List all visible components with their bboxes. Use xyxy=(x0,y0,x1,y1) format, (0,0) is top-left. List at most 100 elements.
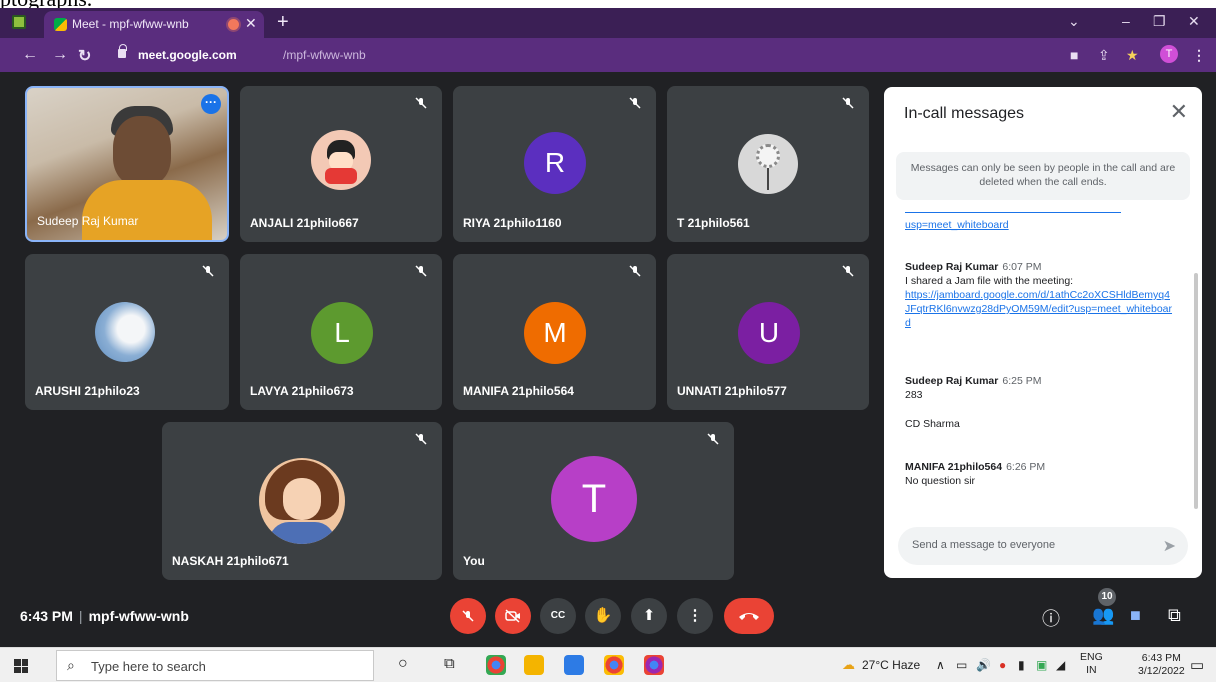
share-icon[interactable]: ⇪ xyxy=(1098,47,1110,64)
mic-off-icon xyxy=(415,265,427,277)
participant-tile[interactable]: L LAVYA 21philo673 xyxy=(240,254,442,410)
present-button[interactable]: ⬆ xyxy=(631,598,667,634)
browser-address-bar: ← → ↻ meet.google.com /mpf-wfww-wnb ■ ⇪ … xyxy=(0,38,1216,72)
omnibox-url-field[interactable]: meet.google.com /mpf-wfww-wnb xyxy=(104,44,1064,68)
more-options-icon[interactable]: ··· xyxy=(201,94,221,114)
clock-time: 6:43 PM xyxy=(1141,652,1181,664)
lock-icon[interactable] xyxy=(118,44,127,58)
new-tab-button[interactable]: + xyxy=(277,11,289,34)
message-link[interactable]: https://jamboard.google.com/d/1athCc2oXC… xyxy=(905,289,1172,329)
avatar xyxy=(738,134,798,194)
participant-tile[interactable]: U UNNATI 21philo577 xyxy=(667,254,869,410)
windows-start-icon[interactable] xyxy=(14,659,28,673)
browser-tab-bar: Meet - mpf-wfww-wnb ✕ + ⌄ – ❐ ✕ xyxy=(0,8,1216,38)
zoom-app-icon[interactable] xyxy=(564,655,584,675)
participant-tile[interactable]: T 21philo561 xyxy=(667,86,869,242)
avatar xyxy=(95,302,155,362)
taskbar-clock[interactable]: 6:43 PM 3/12/2022 xyxy=(1138,652,1185,678)
send-icon[interactable]: ➤ xyxy=(1163,536,1176,556)
app-window-icon[interactable] xyxy=(12,15,26,29)
participant-name: MANIFA 21philo564 xyxy=(463,384,574,398)
minimize-icon[interactable]: – xyxy=(1122,13,1130,29)
meet-call-area: ··· Sudeep Raj Kumar ANJALI 21philo667 R… xyxy=(0,72,1216,647)
mic-off-icon xyxy=(629,265,641,277)
window-close-icon[interactable]: ✕ xyxy=(1188,13,1200,30)
message-text: No question sir xyxy=(905,475,976,487)
message-text: I shared a Jam file with the meeting: xyxy=(905,275,1074,287)
participant-tile-speaker[interactable]: ··· Sudeep Raj Kumar xyxy=(25,86,229,242)
participant-name: UNNATI 21philo577 xyxy=(677,384,787,398)
camera-off-icon xyxy=(505,609,520,623)
message-input[interactable]: Send a message to everyone ➤ xyxy=(898,527,1188,565)
network-icon[interactable]: ▭ xyxy=(956,658,967,672)
mic-off-icon xyxy=(462,610,474,622)
wifi-icon[interactable]: ◢ xyxy=(1056,658,1065,672)
captions-icon: CC xyxy=(550,610,566,621)
forward-arrow-icon[interactable]: → xyxy=(52,46,68,64)
weather-icon[interactable]: ☁ xyxy=(842,657,855,673)
activities-icon[interactable]: ⧉ xyxy=(1168,605,1181,626)
camera-toggle-button[interactable] xyxy=(495,598,531,634)
chat-icon[interactable]: ■ xyxy=(1130,605,1141,626)
participant-tile-self[interactable]: T You xyxy=(453,422,734,580)
back-arrow-icon[interactable]: ← xyxy=(22,46,38,64)
bookmark-star-icon[interactable]: ★ xyxy=(1126,47,1139,64)
meet-tray-icon[interactable]: ▣ xyxy=(1036,658,1047,672)
task-view-icon[interactable]: ⧉ xyxy=(444,655,455,672)
chevron-up-icon[interactable]: ∧ xyxy=(936,658,945,672)
info-icon[interactable]: ⓘ xyxy=(1042,605,1060,631)
chrome-tray-icon[interactable]: ● xyxy=(999,658,1006,672)
captions-button[interactable]: CC xyxy=(540,598,576,634)
participant-tile[interactable]: M MANIFA 21philo564 xyxy=(453,254,656,410)
reload-icon[interactable]: ↻ xyxy=(78,46,91,66)
restore-icon[interactable]: ❐ xyxy=(1153,13,1166,30)
raise-hand-button[interactable]: ✋ xyxy=(585,598,621,634)
participant-tile[interactable]: NASKAH 21philo671 xyxy=(162,422,442,580)
participant-name: You xyxy=(463,554,485,568)
panel-title: In-call messages xyxy=(904,105,1025,122)
participant-tile[interactable]: R RIYA 21philo1160 xyxy=(453,86,656,242)
browser-tab-meet[interactable]: Meet - mpf-wfww-wnb ✕ xyxy=(44,11,264,38)
tab-search-chevron-icon[interactable]: ⌄ xyxy=(1068,13,1080,30)
browser-menu-icon[interactable]: ⋮ xyxy=(1192,47,1206,64)
people-icon[interactable]: 👥 xyxy=(1092,605,1114,626)
tab-close-icon[interactable]: ✕ xyxy=(245,15,257,32)
notifications-icon[interactable]: ▭ xyxy=(1190,656,1204,674)
mic-off-icon xyxy=(629,97,641,109)
meeting-code: mpf-wfww-wnb xyxy=(88,608,189,624)
profile-avatar[interactable]: T xyxy=(1160,45,1178,63)
message-link[interactable]: usp=meet_whiteboard xyxy=(905,218,1175,232)
google-meet-favicon-icon xyxy=(54,18,67,31)
message-time: 6:07 PM xyxy=(1002,261,1042,273)
chrome-icon[interactable] xyxy=(604,655,624,675)
message-sender: MANIFA 21philo564 xyxy=(905,461,1003,473)
cortana-icon[interactable]: ○ xyxy=(398,655,408,673)
camera-in-use-icon[interactable]: ■ xyxy=(1070,47,1078,63)
taskbar-search-placeholder: Type here to search xyxy=(91,659,206,674)
avatar xyxy=(311,130,371,190)
scrollbar[interactable] xyxy=(1194,273,1198,509)
participant-name: Sudeep Raj Kumar xyxy=(37,214,139,228)
language-indicator[interactable]: ENG IN xyxy=(1080,651,1103,677)
message-text: CD Sharma xyxy=(905,418,960,430)
close-icon[interactable]: ✕ xyxy=(1170,99,1188,125)
chrome-profile-icon[interactable] xyxy=(644,655,664,675)
taskbar-search-input[interactable]: ⌕ Type here to search xyxy=(56,650,374,681)
avatar: T xyxy=(551,456,637,542)
leave-call-button[interactable] xyxy=(724,598,774,634)
mic-toggle-button[interactable] xyxy=(450,598,486,634)
list-item: CD Sharma xyxy=(905,417,1175,431)
chrome-icon[interactable] xyxy=(486,655,506,675)
volume-icon[interactable]: 🔊 xyxy=(976,658,991,672)
more-options-button[interactable]: ⋮ xyxy=(677,598,713,634)
participant-name: LAVYA 21philo673 xyxy=(250,384,354,398)
participant-tile[interactable]: ARUSHI 21philo23 xyxy=(25,254,229,410)
participant-name: ANJALI 21philo667 xyxy=(250,216,359,230)
weather-text[interactable]: 27°C Haze xyxy=(862,658,920,672)
messages-notice: Messages can only be seen by people in t… xyxy=(896,152,1190,200)
mic-off-icon xyxy=(842,265,854,277)
url-domain: meet.google.com xyxy=(138,48,237,62)
microphone-icon[interactable]: ▮ xyxy=(1018,658,1025,672)
file-explorer-icon[interactable] xyxy=(524,655,544,675)
participant-tile[interactable]: ANJALI 21philo667 xyxy=(240,86,442,242)
